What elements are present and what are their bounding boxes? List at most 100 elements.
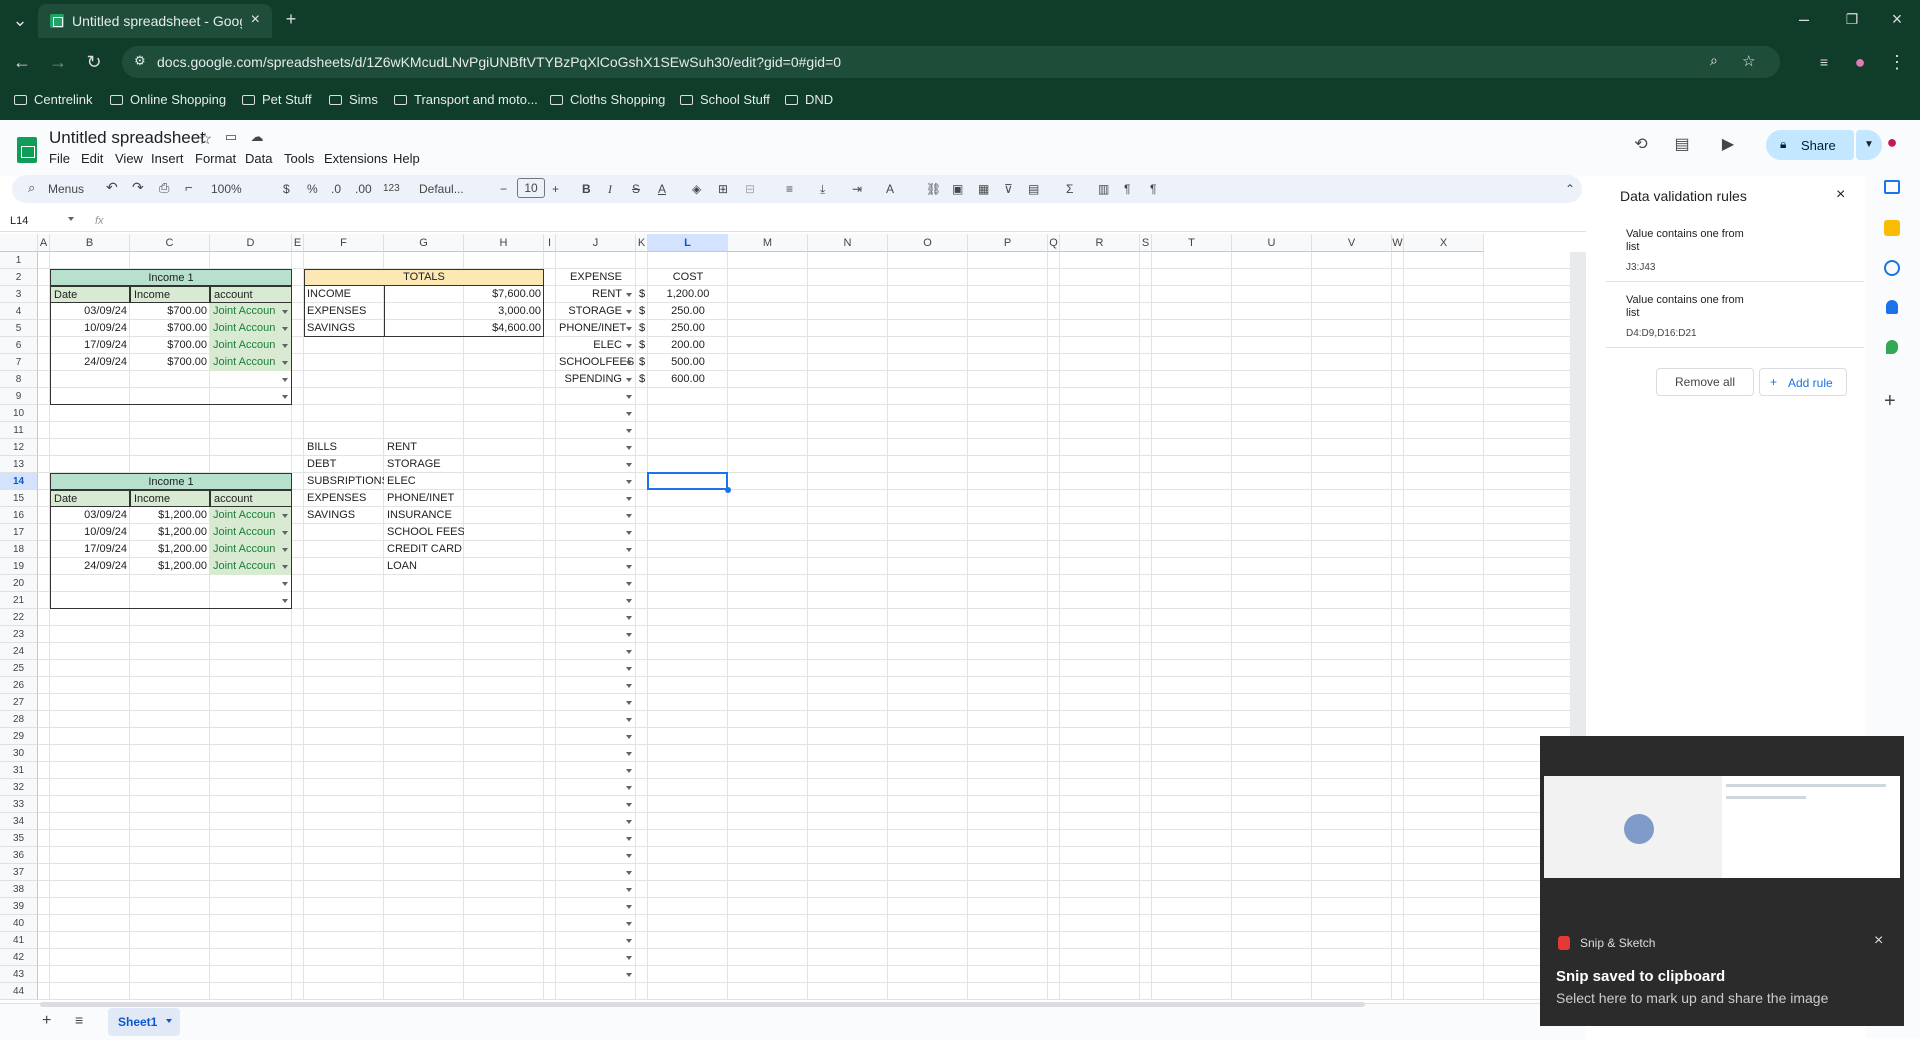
- dropdown-arrow-icon[interactable]: [626, 803, 632, 807]
- expense-list-cell[interactable]: RENT: [384, 439, 464, 456]
- row-header[interactable]: 8: [0, 371, 38, 388]
- category-cell[interactable]: DEBT: [304, 456, 384, 473]
- row-header[interactable]: 36: [0, 847, 38, 864]
- snip-thumbnail[interactable]: [1544, 776, 1900, 878]
- number-format-button[interactable]: 123: [383, 183, 400, 194]
- menu-help[interactable]: Help: [393, 151, 420, 166]
- dropdown-arrow-icon[interactable]: [626, 344, 632, 348]
- close-tab-icon[interactable]: ×: [251, 11, 260, 29]
- dropdown-arrow-icon[interactable]: [626, 531, 632, 535]
- row-header[interactable]: 10: [0, 405, 38, 422]
- row-header[interactable]: 13: [0, 456, 38, 473]
- cloud-status-icon[interactable]: ☁: [245, 129, 269, 145]
- category-cell[interactable]: BILLS: [304, 439, 384, 456]
- column-header[interactable]: Q: [1048, 234, 1060, 252]
- bookmark-online-shopping[interactable]: Online Shopping: [110, 92, 226, 107]
- menu-file[interactable]: File: [49, 151, 70, 166]
- select-all-corner[interactable]: [0, 234, 38, 252]
- column-header[interactable]: G: [384, 234, 464, 252]
- row-header[interactable]: 21: [0, 592, 38, 609]
- menus-search[interactable]: Menus: [48, 182, 84, 196]
- text-direction-ltr-icon[interactable]: ¶: [1124, 182, 1130, 196]
- fill-handle[interactable]: [725, 487, 731, 493]
- validation-rule-1[interactable]: Value contains one from list J3:J43: [1606, 218, 1864, 282]
- row-header[interactable]: 26: [0, 677, 38, 694]
- date-cell[interactable]: 10/09/24: [50, 320, 130, 337]
- account-select[interactable]: Joint Accoun: [210, 337, 292, 354]
- document-title[interactable]: Untitled spreadsheet: [49, 128, 205, 148]
- dropdown-arrow-icon[interactable]: [282, 327, 288, 331]
- dropdown-arrow-icon[interactable]: [626, 752, 632, 756]
- bookmark-dnd[interactable]: DND: [785, 92, 833, 107]
- dropdown-arrow-icon[interactable]: [282, 378, 288, 382]
- dropdown-arrow-icon[interactable]: [626, 378, 632, 382]
- expense-select[interactable]: PHONE/INET: [556, 320, 636, 337]
- row-header[interactable]: 12: [0, 439, 38, 456]
- cost-cell[interactable]: 200.00: [648, 337, 728, 354]
- dropdown-arrow-icon[interactable]: [626, 310, 632, 314]
- star-icon[interactable]: ☆: [193, 129, 217, 149]
- column-header[interactable]: V: [1312, 234, 1392, 252]
- dropdown-arrow-icon[interactable]: [626, 429, 632, 433]
- bookmark-pet-stuff[interactable]: Pet Stuff: [242, 92, 312, 107]
- dropdown-arrow-icon[interactable]: [626, 361, 632, 365]
- dropdown-arrow-icon[interactable]: [626, 548, 632, 552]
- dropdown-arrow-icon[interactable]: [282, 395, 288, 399]
- dropdown-arrow-icon[interactable]: [282, 582, 288, 586]
- date-cell[interactable]: 03/09/24: [50, 303, 130, 320]
- print-icon[interactable]: ⎙: [159, 180, 169, 196]
- row-header[interactable]: 42: [0, 949, 38, 966]
- sheet-menu-icon[interactable]: [166, 1019, 172, 1023]
- insert-comment-icon[interactable]: ▣: [952, 182, 963, 196]
- row-header[interactable]: 37: [0, 864, 38, 881]
- row-header[interactable]: 44: [0, 983, 38, 1000]
- expense-select[interactable]: SCHOOLFEES: [556, 354, 636, 371]
- cost-cell[interactable]: 250.00: [648, 303, 728, 320]
- row-header[interactable]: 14: [0, 473, 38, 490]
- dropdown-arrow-icon[interactable]: [282, 361, 288, 365]
- dropdown-arrow-icon[interactable]: [626, 446, 632, 450]
- row-header[interactable]: 34: [0, 813, 38, 830]
- add-sheet-icon[interactable]: +: [42, 1012, 51, 1030]
- insert-link-icon[interactable]: ⛓: [926, 182, 941, 196]
- column-header[interactable]: L: [648, 234, 728, 252]
- date-cell[interactable]: 17/09/24: [50, 541, 130, 558]
- menu-view[interactable]: View: [115, 151, 143, 166]
- dropdown-arrow-icon[interactable]: [626, 973, 632, 977]
- row-header[interactable]: 25: [0, 660, 38, 677]
- chrome-menu-icon[interactable]: ⋮: [1885, 52, 1909, 72]
- decrease-decimal-button[interactable]: .0: [331, 182, 341, 196]
- dropdown-arrow-icon[interactable]: [282, 548, 288, 552]
- menu-tools[interactable]: Tools: [284, 151, 314, 166]
- dropdown-arrow-icon[interactable]: [626, 412, 632, 416]
- expense-select[interactable]: RENT: [556, 286, 636, 303]
- calendar-icon[interactable]: [1884, 180, 1900, 194]
- minimize-icon[interactable]: –: [1792, 9, 1816, 29]
- account-select[interactable]: Joint Accoun: [210, 507, 292, 524]
- column-header[interactable]: E: [292, 234, 304, 252]
- name-box[interactable]: L14: [10, 215, 28, 227]
- category-cell[interactable]: SAVINGS: [304, 507, 384, 524]
- row-header[interactable]: 7: [0, 354, 38, 371]
- account-avatar[interactable]: ●: [1880, 132, 1904, 153]
- row-header[interactable]: 11: [0, 422, 38, 439]
- menu-format[interactable]: Format: [195, 151, 236, 166]
- merge-cells-icon[interactable]: ⊟: [745, 182, 755, 196]
- row-header[interactable]: 43: [0, 966, 38, 983]
- back-icon[interactable]: ←: [10, 52, 34, 72]
- dropdown-arrow-icon[interactable]: [282, 531, 288, 535]
- column-header[interactable]: I: [544, 234, 556, 252]
- restore-icon[interactable]: ❐: [1840, 9, 1864, 29]
- row-header[interactable]: 20: [0, 575, 38, 592]
- contacts-icon[interactable]: [1886, 300, 1898, 314]
- dropdown-arrow-icon[interactable]: [626, 293, 632, 297]
- column-header[interactable]: B: [50, 234, 130, 252]
- row-header[interactable]: 22: [0, 609, 38, 626]
- column-header[interactable]: U: [1232, 234, 1312, 252]
- font-size-decrease-icon[interactable]: −: [500, 182, 507, 196]
- text-rotation-icon[interactable]: A: [886, 182, 894, 196]
- row-header[interactable]: 15: [0, 490, 38, 507]
- new-tab-icon[interactable]: +: [279, 9, 303, 29]
- dropdown-arrow-icon[interactable]: [626, 633, 632, 637]
- category-cell[interactable]: EXPENSES: [304, 490, 384, 507]
